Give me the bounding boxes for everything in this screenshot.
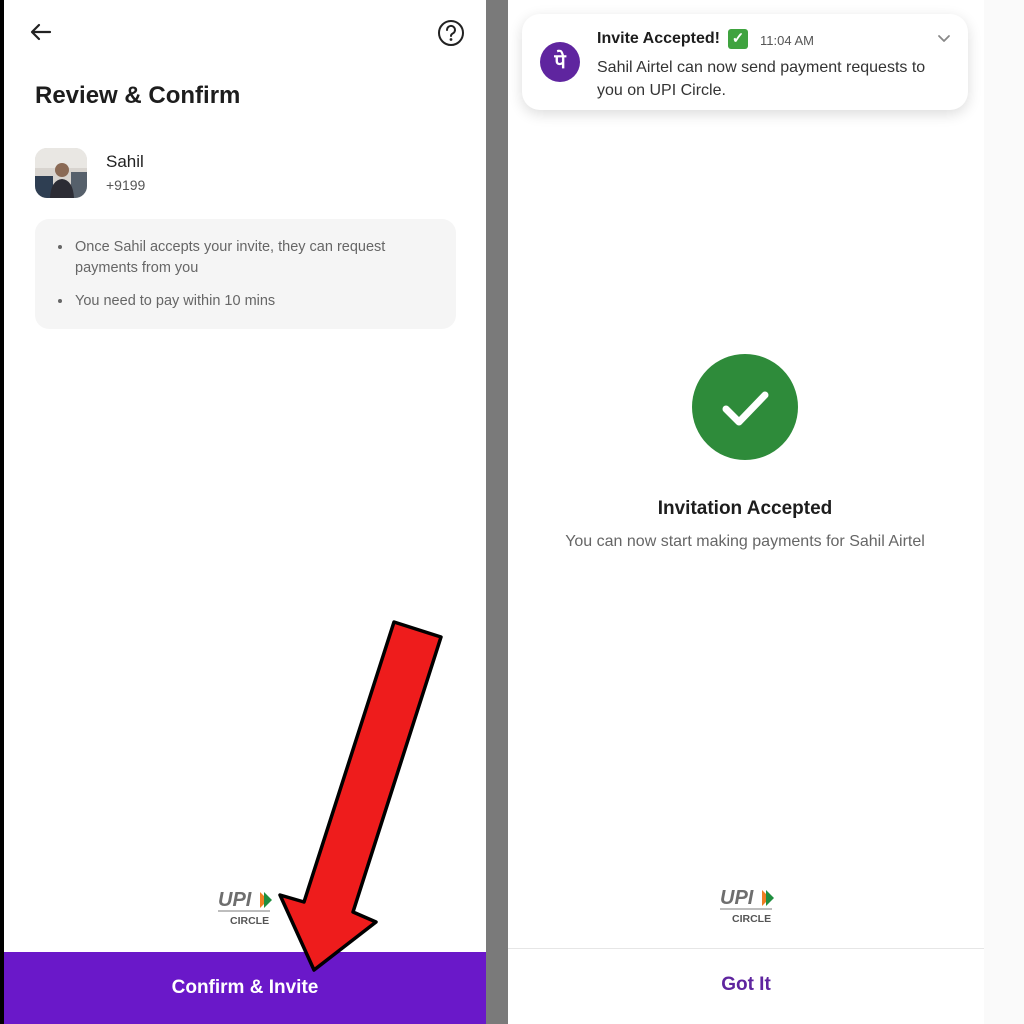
upi-circle-logo: UPI CIRCLE — [720, 887, 774, 925]
push-notification[interactable]: पे Invite Accepted! ✓ 11:04 AM Sahil Air… — [522, 14, 968, 110]
info-box: Once Sahil accepts your invite, they can… — [35, 219, 456, 329]
screen-divider — [486, 0, 508, 1024]
got-it-button[interactable]: Got It — [508, 960, 984, 1010]
contact-avatar — [35, 148, 87, 198]
page-title: Review & Confirm — [35, 82, 241, 109]
success-check-icon — [692, 354, 798, 460]
divider-line — [508, 948, 984, 949]
svg-text:CIRCLE: CIRCLE — [230, 915, 269, 927]
success-subtitle: You can now start making payments for Sa… — [565, 533, 925, 550]
contact-name: Sahil — [106, 152, 144, 171]
back-arrow-icon[interactable] — [26, 18, 60, 48]
invitation-accepted-screen: पे Invite Accepted! ✓ 11:04 AM Sahil Air… — [508, 0, 1024, 1024]
check-mark-icon: ✓ — [728, 29, 748, 49]
upi-circle-logo: UPI CIRCLE — [218, 889, 272, 927]
contact-phone: +9199 — [106, 177, 146, 193]
svg-text:UPI: UPI — [218, 889, 252, 911]
notification-message: Sahil Airtel can now send payment reques… — [597, 59, 926, 99]
success-title: Invitation Accepted — [657, 498, 833, 519]
review-confirm-screen: Review & Confirm Sahil +9199 Once Sahil … — [4, 0, 486, 1024]
notification-title: Invite Accepted! — [597, 30, 720, 47]
info-point: Once Sahil accepts your invite, they can… — [58, 237, 436, 279]
info-point: You need to pay within 10 mins — [58, 291, 436, 312]
phonepe-app-icon: पे — [540, 42, 580, 82]
chevron-down-icon[interactable] — [934, 28, 954, 48]
svg-text:CIRCLE: CIRCLE — [732, 913, 771, 925]
notification-time: 11:04 AM — [760, 33, 814, 48]
confirm-invite-button[interactable]: Confirm & Invite — [4, 952, 486, 1024]
svg-text:UPI: UPI — [720, 887, 754, 909]
help-icon[interactable] — [436, 18, 466, 48]
